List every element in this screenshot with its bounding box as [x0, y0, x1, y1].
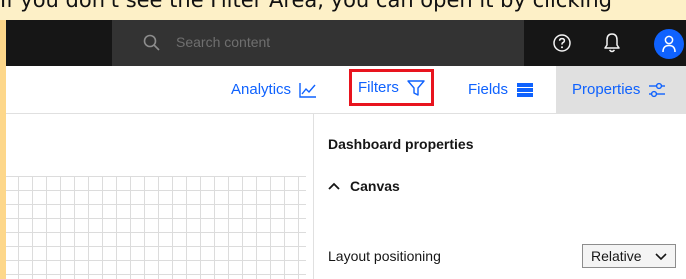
instruction-text: If you don't see the Filter Area, you ca…: [0, 0, 612, 12]
layout-positioning-value: Relative: [591, 248, 642, 264]
user-icon: [662, 35, 676, 53]
canvas-grid: [6, 176, 306, 279]
canvas-section-label: Canvas: [350, 178, 400, 194]
filters-label: Filters: [358, 79, 399, 96]
chevron-up-icon: [328, 182, 340, 190]
chevron-down-icon: [655, 253, 667, 261]
dashboard-canvas[interactable]: [6, 114, 313, 279]
properties-button[interactable]: Properties: [556, 66, 686, 113]
instruction-note: If you don't see the Filter Area, you ca…: [0, 0, 686, 20]
fields-label: Fields: [468, 81, 509, 98]
analytics-label: Analytics: [231, 81, 292, 98]
fields-button[interactable]: Fields: [468, 66, 534, 113]
canvas-section-toggle[interactable]: Canvas: [328, 178, 400, 194]
sliders-icon: [649, 82, 666, 97]
filter-icon: [407, 79, 425, 96]
analytics-button[interactable]: Analytics: [231, 66, 317, 113]
panel-title: Dashboard properties: [328, 136, 474, 152]
search-bar[interactable]: [112, 20, 524, 66]
chart-line-icon: [299, 82, 317, 98]
search-icon[interactable]: [142, 33, 162, 53]
properties-panel: Dashboard properties Canvas Layout posit…: [313, 114, 686, 279]
properties-label: Properties: [572, 81, 641, 98]
fields-icon: [517, 82, 534, 97]
layout-positioning-label: Layout positioning: [328, 248, 441, 264]
layout-positioning-select[interactable]: Relative: [582, 244, 676, 268]
search-input[interactable]: Search content: [176, 34, 270, 50]
app-header: Search content: [6, 20, 686, 66]
bell-icon[interactable]: [602, 32, 622, 54]
dashboard-toolbar: Analytics Filters Fields Properties: [6, 66, 686, 114]
help-icon[interactable]: [552, 33, 572, 53]
user-avatar[interactable]: [654, 29, 684, 59]
filters-button[interactable]: Filters: [349, 69, 434, 106]
